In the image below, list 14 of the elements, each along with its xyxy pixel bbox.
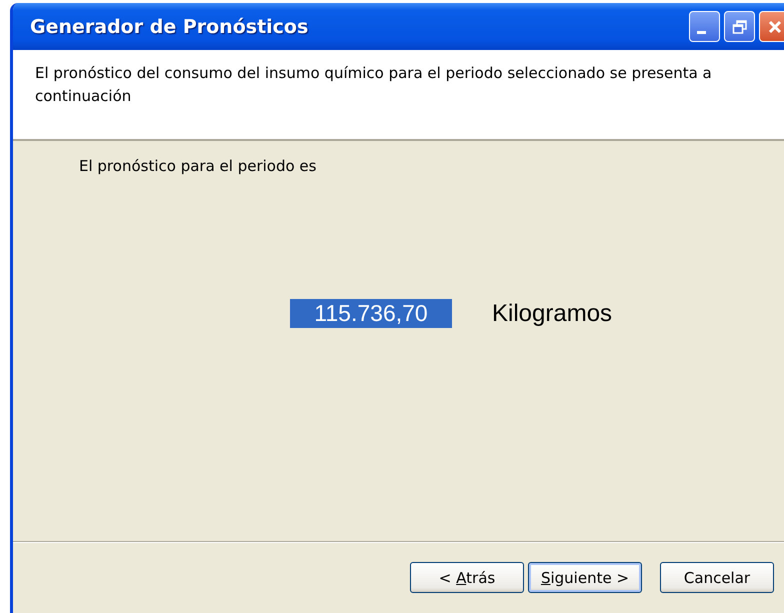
description-text: El pronóstico del consumo del insumo químico para el periodo seleccionado se presenta a continuación: [35, 63, 713, 107]
forecast-value[interactable]: 115.736,70: [290, 299, 452, 328]
restore-button[interactable]: [724, 11, 755, 42]
close-icon: [766, 18, 782, 34]
next-button[interactable]: Siguiente >: [528, 562, 642, 593]
back-button[interactable]: < Atrás: [410, 562, 524, 593]
restore-icon: [732, 18, 748, 34]
minimize-icon: [697, 31, 706, 34]
window-title: Generador de Pronósticos: [30, 16, 310, 38]
forecast-label: El pronóstico para el periodo es: [79, 157, 318, 175]
unit-label: Kilogramos: [492, 300, 612, 328]
minimize-button[interactable]: [689, 11, 720, 42]
cancel-button[interactable]: Cancelar: [660, 562, 774, 593]
close-button[interactable]: [759, 11, 784, 42]
